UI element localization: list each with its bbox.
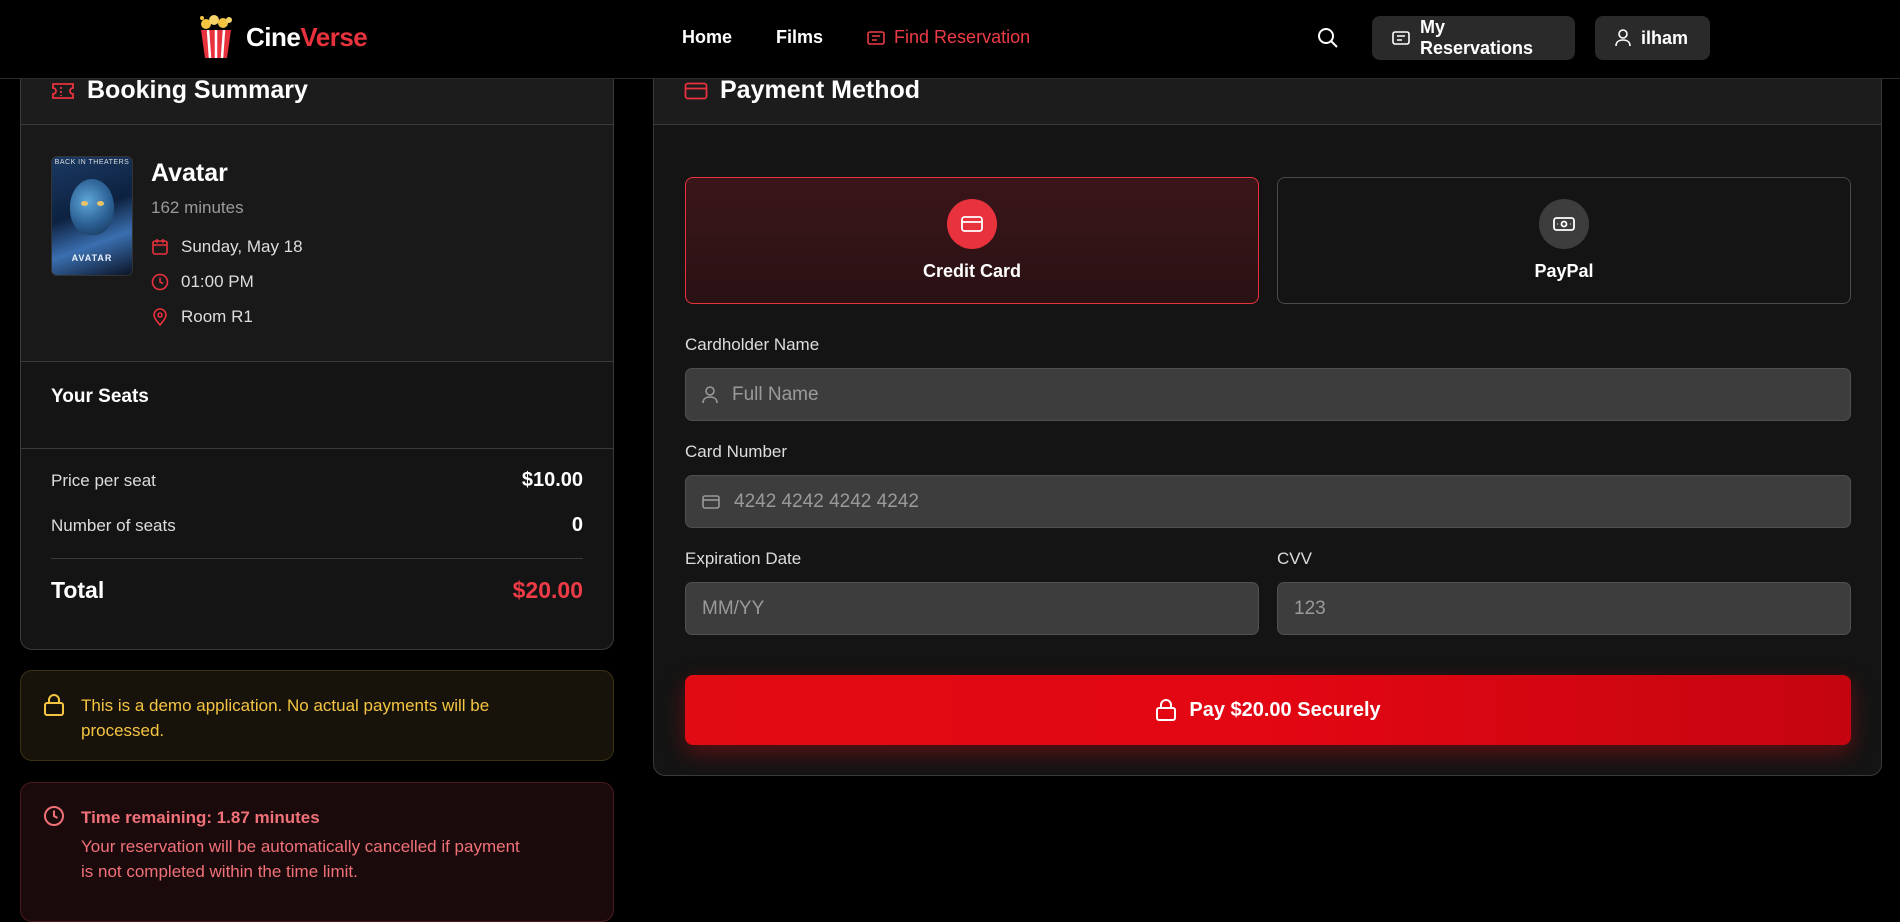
search-icon[interactable] xyxy=(1316,26,1342,52)
your-seats-label: Your Seats xyxy=(51,386,149,407)
user-menu-button[interactable]: ilham xyxy=(1595,16,1710,60)
date-text: Sunday, May 18 xyxy=(181,237,303,256)
my-reservations-label: My Reservations xyxy=(1420,17,1534,58)
cardholder-name-placeholder: Full Name xyxy=(732,383,819,405)
payment-method-card: Payment Method Credit Card PayPal Cardho… xyxy=(653,56,1882,776)
user-name: ilham xyxy=(1641,27,1689,48)
ticket-icon xyxy=(867,30,885,45)
number-of-seats-row: Number of seats 0 xyxy=(51,514,583,537)
price-per-seat-value: $10.00 xyxy=(521,469,583,491)
movie-title: Avatar xyxy=(151,159,228,187)
poster-art xyxy=(70,179,114,235)
showtime-date: Sunday, May 18 xyxy=(151,237,303,257)
your-seats-section: Your Seats xyxy=(21,362,613,449)
pay-securely-button[interactable]: Pay $20.00 Securely xyxy=(685,675,1851,745)
nav-link-home[interactable]: Home xyxy=(682,27,732,48)
showtime-time: 01:00 PM xyxy=(151,272,254,292)
movie-duration: 162 minutes xyxy=(151,198,244,217)
price-breakdown: Price per seat $10.00 Number of seats 0 … xyxy=(21,449,613,649)
cvv-input[interactable]: 123 xyxy=(1277,582,1851,635)
credit-card-label: Credit Card xyxy=(922,261,1021,281)
clock-icon xyxy=(43,805,65,827)
cash-icon xyxy=(1539,199,1589,249)
paypal-label: PayPal xyxy=(1534,261,1594,281)
poster-eye xyxy=(81,201,88,206)
time-text: 01:00 PM xyxy=(181,272,254,291)
payment-option-paypal[interactable]: PayPal xyxy=(1277,177,1851,304)
pay-button-label: Pay $20.00 Securely xyxy=(1189,698,1381,721)
demo-notice-text: This is a demo application. No actual pa… xyxy=(81,696,490,740)
time-remaining-body: Your reservation will be automatically c… xyxy=(81,837,520,881)
number-of-seats-label: Number of seats xyxy=(51,515,176,535)
card-number-label: Card Number xyxy=(685,442,788,461)
showtime-room: Room R1 xyxy=(151,307,253,327)
poster-title: AVATAR xyxy=(71,253,113,263)
credit-card-icon xyxy=(702,494,720,509)
poster-eye xyxy=(97,201,104,206)
user-icon xyxy=(1615,29,1631,47)
poster-tagline: BACK IN THEATERS xyxy=(54,159,130,166)
time-remaining-content: Time remaining: 1.87 minutes Your reserv… xyxy=(81,805,521,884)
booking-summary-card: Booking Summary BACK IN THEATERS AVATAR … xyxy=(20,56,614,650)
expiration-date-placeholder: MM/YY xyxy=(702,597,765,619)
popcorn-icon xyxy=(196,14,236,60)
price-per-seat-row: Price per seat $10.00 xyxy=(51,469,583,492)
movie-info: BACK IN THEATERS AVATAR Avatar 162 minut… xyxy=(21,125,613,362)
main-nav: Home Films Find Reservation xyxy=(682,27,1074,48)
brand-logo[interactable]: CineVerse xyxy=(196,14,368,60)
divider xyxy=(51,558,583,559)
cvv-placeholder: 123 xyxy=(1294,597,1326,619)
expiration-date-input[interactable]: MM/YY xyxy=(685,582,1259,635)
ticket-icon xyxy=(51,82,75,100)
calendar-icon xyxy=(151,238,169,256)
lock-icon xyxy=(43,693,65,717)
total-label: Total xyxy=(51,577,105,603)
time-remaining-notice: Time remaining: 1.87 minutes Your reserv… xyxy=(20,782,614,922)
card-number-input[interactable]: 4242 4242 4242 4242 xyxy=(685,475,1851,528)
price-per-seat-label: Price per seat xyxy=(51,470,156,490)
booking-summary-title: Booking Summary xyxy=(87,76,308,104)
nav-link-label: Find Reservation xyxy=(894,27,1031,47)
number-of-seats-value: 0 xyxy=(571,514,583,536)
total-row: Total $20.00 xyxy=(51,577,583,604)
movie-poster: BACK IN THEATERS AVATAR xyxy=(51,156,133,276)
credit-card-icon xyxy=(684,82,708,100)
lock-icon xyxy=(1155,698,1177,722)
room-text: Room R1 xyxy=(181,307,253,326)
time-remaining-title: Time remaining: 1.87 minutes xyxy=(81,808,320,827)
top-navbar: CineVerse Home Films Find Reservation My… xyxy=(0,0,1900,79)
nav-link-films[interactable]: Films xyxy=(776,27,823,48)
brand-name: CineVerse xyxy=(246,21,368,52)
nav-link-find-reservation[interactable]: Find Reservation xyxy=(867,27,1030,48)
cardholder-name-label: Cardholder Name xyxy=(685,335,820,354)
expiration-date-label: Expiration Date xyxy=(685,549,802,568)
ticket-icon xyxy=(1392,31,1410,45)
cvv-label: CVV xyxy=(1277,549,1312,568)
total-value: $20.00 xyxy=(512,577,583,603)
demo-notice: This is a demo application. No actual pa… xyxy=(20,670,614,761)
card-number-placeholder: 4242 4242 4242 4242 xyxy=(734,490,919,512)
cardholder-name-input[interactable]: Full Name xyxy=(685,368,1851,421)
location-pin-icon xyxy=(151,308,169,326)
credit-card-icon xyxy=(947,199,997,249)
my-reservations-button[interactable]: My Reservations xyxy=(1372,16,1575,60)
payment-option-credit-card[interactable]: Credit Card xyxy=(685,177,1259,304)
user-icon xyxy=(702,385,718,404)
payment-method-title: Payment Method xyxy=(720,76,921,104)
clock-icon xyxy=(151,273,169,291)
